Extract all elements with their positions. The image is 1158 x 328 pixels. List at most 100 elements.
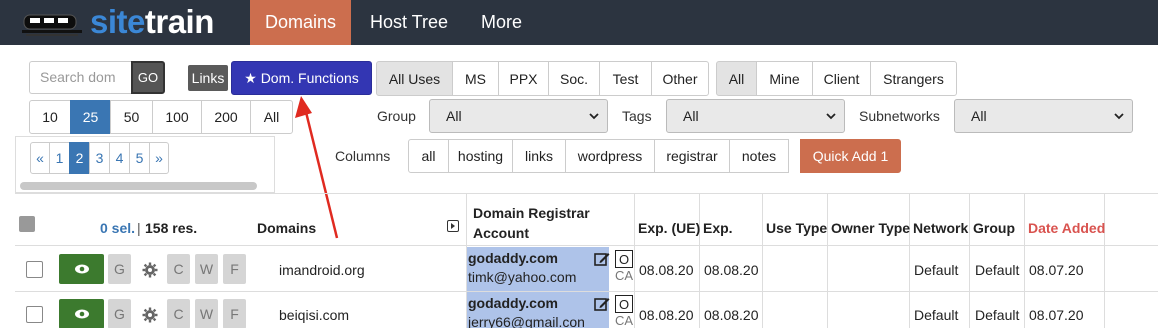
filter-other[interactable]: Other <box>651 61 709 96</box>
col-divider <box>827 193 828 328</box>
gear-icon[interactable] <box>142 307 158 323</box>
train-logo-icon[interactable] <box>22 9 82 37</box>
f-button[interactable]: F <box>223 299 246 328</box>
per-page-100[interactable]: 100 <box>152 100 202 134</box>
per-page-group: 10 25 50 100 200 All <box>29 100 293 134</box>
exp-value: 08.08.20 <box>704 307 759 323</box>
date-added-value: 08.07.20 <box>1029 307 1084 323</box>
page-3[interactable]: 3 <box>89 142 110 174</box>
expand-column-icon[interactable] <box>447 220 459 232</box>
w-button[interactable]: W <box>195 299 218 328</box>
header-domains[interactable]: Domains <box>257 220 316 236</box>
header-exp-ue[interactable]: Exp. (UE) <box>638 220 700 236</box>
filter-test[interactable]: Test <box>599 61 652 96</box>
header-date-added[interactable]: Date Added <box>1028 220 1105 236</box>
exp-value: 08.08.20 <box>704 262 759 278</box>
row-checkbox[interactable] <box>26 306 43 323</box>
col-divider <box>1024 193 1025 328</box>
column-wordpress[interactable]: wordpress <box>565 139 655 173</box>
header-exp[interactable]: Exp. <box>703 220 733 236</box>
per-page-all[interactable]: All <box>250 100 293 134</box>
subnetworks-select-value: All <box>971 108 987 124</box>
view-button[interactable] <box>59 299 104 328</box>
o-checkbox[interactable]: O <box>615 295 633 313</box>
group-select-value: All <box>446 108 462 124</box>
view-button[interactable] <box>59 254 104 284</box>
header-domain-registrar[interactable]: Domain Registrar Account <box>473 203 590 243</box>
go-button[interactable]: GO <box>131 61 165 94</box>
page-prev[interactable]: « <box>30 142 50 174</box>
columns-group: all hosting links wordpress registrar no… <box>408 139 789 173</box>
owner-client[interactable]: Client <box>812 61 871 96</box>
table-top-border <box>15 193 1158 194</box>
registrar-name: godaddy.com <box>468 295 558 311</box>
nav-tab-more[interactable]: More <box>463 0 540 45</box>
g-button[interactable]: G <box>108 254 131 284</box>
select-all-checkbox[interactable] <box>19 216 35 232</box>
table-header-border <box>15 245 1158 246</box>
header-owner-type[interactable]: Owner Type <box>831 220 910 236</box>
header-use-type[interactable]: Use Type <box>766 220 827 236</box>
per-page-25[interactable]: 25 <box>70 100 111 134</box>
filter-ms[interactable]: MS <box>452 61 499 96</box>
page-1[interactable]: 1 <box>49 142 70 174</box>
c-button[interactable]: C <box>167 299 190 328</box>
filter-ppx[interactable]: PPX <box>498 61 549 96</box>
owner-all[interactable]: All <box>716 61 757 96</box>
column-links[interactable]: links <box>512 139 566 173</box>
exp-ue-value: 08.08.20 <box>639 307 694 323</box>
horizontal-scrollbar[interactable] <box>20 182 257 190</box>
edit-icon[interactable] <box>594 296 610 312</box>
page-2[interactable]: 2 <box>69 142 90 174</box>
gear-icon[interactable] <box>142 262 158 278</box>
use-filter-group: All Uses MS PPX Soc. Test Other <box>376 61 709 96</box>
page-5[interactable]: 5 <box>129 142 150 174</box>
quick-add-button[interactable]: Quick Add 1 <box>800 139 901 173</box>
group-select[interactable]: All <box>429 99 608 133</box>
nav-tab-domains[interactable]: Domains <box>250 0 351 45</box>
filter-soc[interactable]: Soc. <box>548 61 600 96</box>
eye-icon <box>74 309 89 319</box>
header-group[interactable]: Group <box>973 220 1015 236</box>
registrar-account: timk@yahoo.com <box>468 269 577 285</box>
search-input[interactable]: Search dom <box>29 61 133 94</box>
c-button[interactable]: C <box>167 254 190 284</box>
chevron-down-icon <box>1114 113 1124 120</box>
domain-name[interactable]: imandroid.org <box>279 262 365 278</box>
per-page-50[interactable]: 50 <box>110 100 153 134</box>
filter-all-uses[interactable]: All Uses <box>376 61 453 96</box>
pagination: « 1 2 3 4 5 » <box>30 142 169 174</box>
edit-icon[interactable] <box>594 251 610 267</box>
header-network[interactable]: Network <box>913 220 968 236</box>
exp-ue-value: 08.08.20 <box>639 262 694 278</box>
chevron-down-icon <box>589 113 599 120</box>
nav-tab-host-tree[interactable]: Host Tree <box>352 0 466 45</box>
per-page-10[interactable]: 10 <box>29 100 71 134</box>
col-divider <box>1104 193 1105 328</box>
tags-select[interactable]: All <box>666 99 845 133</box>
w-button[interactable]: W <box>195 254 218 284</box>
per-page-200[interactable]: 200 <box>201 100 251 134</box>
f-button[interactable]: F <box>223 254 246 284</box>
page-4[interactable]: 4 <box>109 142 130 174</box>
eye-icon <box>74 264 89 274</box>
tags-select-value: All <box>683 108 699 124</box>
owner-mine[interactable]: Mine <box>756 61 813 96</box>
brand-title[interactable]: sitetrain <box>90 3 214 41</box>
row-checkbox[interactable] <box>26 261 43 278</box>
dom-functions-button[interactable]: ★ Dom. Functions <box>231 61 372 95</box>
owner-strangers[interactable]: Strangers <box>870 61 957 96</box>
o-checkbox[interactable]: O <box>615 250 633 268</box>
page-next[interactable]: » <box>149 142 169 174</box>
subnetworks-select[interactable]: All <box>954 99 1133 133</box>
domain-name[interactable]: beiqisi.com <box>279 307 349 323</box>
column-notes[interactable]: notes <box>729 139 789 173</box>
subnetworks-label: Subnetworks <box>859 108 940 124</box>
column-registrar[interactable]: registrar <box>654 139 730 173</box>
header-registrar-line2: Account <box>473 225 529 241</box>
links-button[interactable]: Links <box>188 65 228 91</box>
g-button[interactable]: G <box>108 299 131 328</box>
column-hosting[interactable]: hosting <box>448 139 513 173</box>
ca-label: CA <box>615 313 634 328</box>
column-all[interactable]: all <box>408 139 449 173</box>
